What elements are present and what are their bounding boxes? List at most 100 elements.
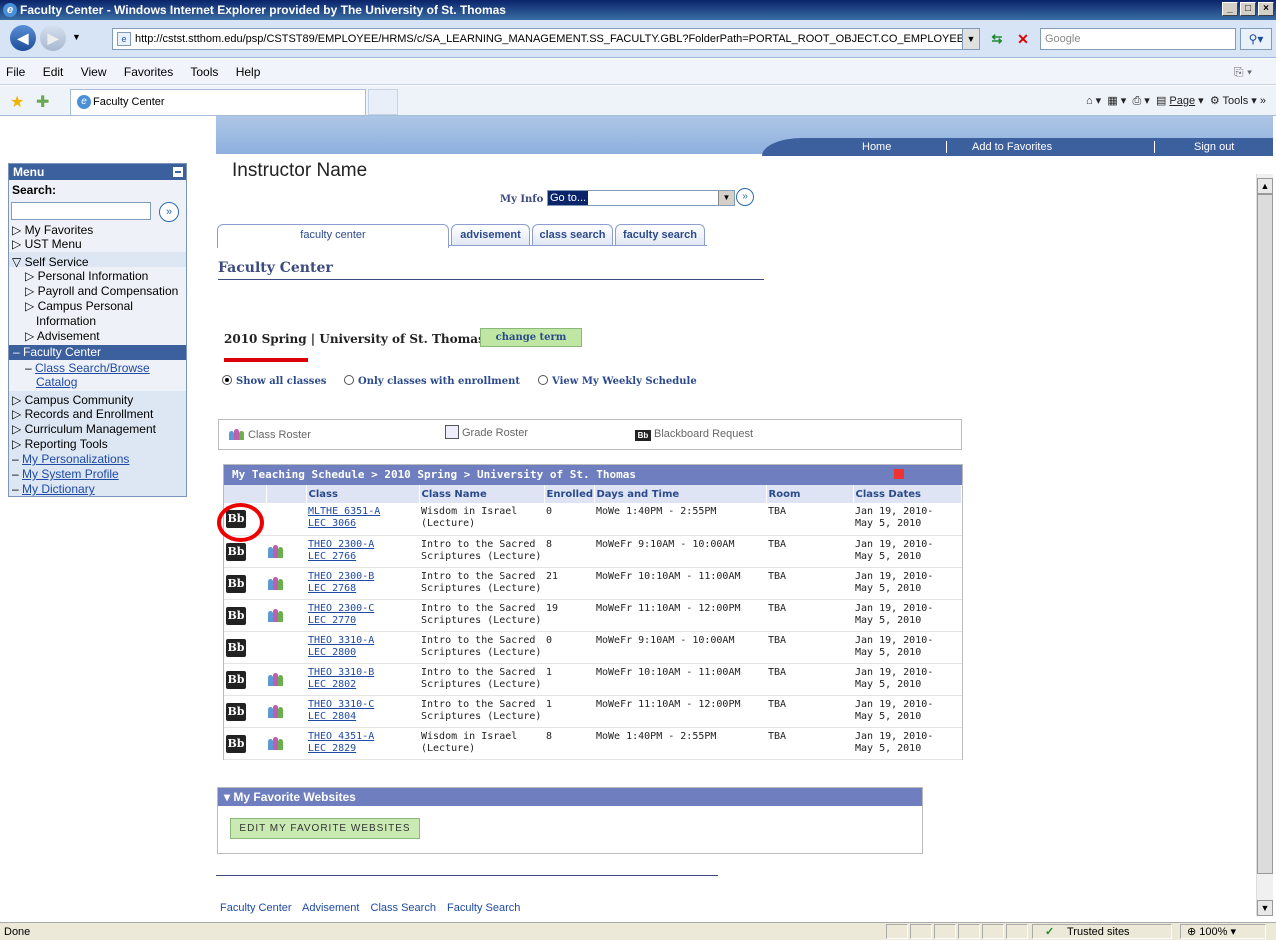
section-link[interactable]: LEC 2800	[308, 647, 356, 658]
section-link[interactable]: LEC 2768	[308, 583, 356, 594]
menu-item-campus-community[interactable]: ▷ Campus Community	[12, 393, 133, 407]
forward-button[interactable]: ▶	[40, 25, 66, 51]
history-dropdown-icon[interactable]: ▼	[72, 32, 81, 42]
section-link[interactable]: LEC 2802	[308, 679, 356, 690]
tab-advisement[interactable]: advisement	[451, 224, 530, 246]
page-menu[interactable]: ▤ Page ▾	[1156, 95, 1204, 107]
menu-file[interactable]: File	[6, 65, 25, 79]
blackboard-icon[interactable]: Bb	[226, 542, 246, 561]
browser-tab[interactable]: e Faculty Center	[70, 89, 366, 115]
radio-only-enrolled[interactable]: Only classes with enrollment	[344, 375, 520, 387]
menu-favorites[interactable]: Favorites	[124, 65, 173, 79]
section-link[interactable]: LEC 3066	[308, 518, 356, 529]
back-button[interactable]: ◀	[10, 25, 36, 51]
search-input[interactable]: Google	[1040, 28, 1236, 50]
footer-faculty-search-link[interactable]: Faculty Search	[447, 902, 520, 914]
feeds-icon[interactable]: ▦ ▾	[1107, 95, 1126, 107]
menu-item-payroll[interactable]: ▷ Payroll and Compensation	[25, 284, 178, 298]
class-link[interactable]: THEO 4351-A	[308, 731, 374, 742]
class-link[interactable]: THEO 3310-B	[308, 667, 374, 678]
footer-faculty-center-link[interactable]: Faculty Center	[220, 902, 292, 914]
radio-show-all[interactable]: Show all classes	[222, 375, 326, 387]
radio-weekly-schedule[interactable]: View My Weekly Schedule	[538, 375, 697, 387]
menu-item-dictionary[interactable]: – My Dictionary	[12, 482, 95, 496]
goto-select[interactable]: Go to... ▼	[547, 190, 735, 206]
class-roster-icon[interactable]	[268, 704, 284, 718]
blackboard-icon[interactable]: Bb	[226, 606, 246, 625]
section-link[interactable]: LEC 2770	[308, 615, 356, 626]
print-icon[interactable]: ⎙ ▾	[1132, 95, 1149, 107]
stop-icon[interactable]: ✕	[1012, 28, 1034, 50]
menu-item-personal-information[interactable]: ▷ Personal Information	[25, 269, 148, 283]
class-roster-icon[interactable]	[268, 736, 284, 750]
home-link[interactable]: Home	[862, 138, 891, 156]
scroll-thumb[interactable]	[1257, 194, 1273, 874]
zoom-control[interactable]: ⊕ 100% ▾	[1180, 924, 1266, 939]
close-window-button[interactable]: ×	[1258, 2, 1274, 16]
menu-item-faculty-center[interactable]: – Faculty Center	[9, 345, 186, 360]
menu-tools[interactable]: Tools	[190, 65, 218, 79]
refresh-icon[interactable]: ⇆	[986, 28, 1008, 50]
favorites-star-icon[interactable]: ★	[10, 92, 24, 112]
scroll-down-icon[interactable]: ▼	[1257, 900, 1273, 916]
favorite-websites-header[interactable]: ▾ My Favorite Websites	[218, 788, 922, 806]
menu-item-class-search[interactable]: – Class Search/Browse	[25, 361, 150, 375]
class-roster-icon[interactable]	[268, 608, 284, 622]
menu-search-input[interactable]	[11, 202, 151, 220]
link-icon[interactable]: ⎘ ▾	[1234, 59, 1252, 85]
menu-item-curriculum[interactable]: ▷ Curriculum Management	[12, 422, 156, 436]
page-scrollbar[interactable]: ▲ ▼	[1256, 174, 1273, 916]
address-field[interactable]: e http://cstst.stthom.edu/psp/CSTST89/EM…	[112, 28, 970, 50]
class-link[interactable]: THEO 2300-A	[308, 539, 374, 550]
search-icon[interactable]: ⚲▾	[1240, 28, 1272, 50]
menu-view[interactable]: View	[81, 65, 107, 79]
add-to-favorites-link[interactable]: Add to Favorites	[972, 138, 1052, 156]
minimize-button[interactable]: _	[1222, 2, 1238, 16]
collapse-icon[interactable]	[173, 167, 183, 177]
change-term-button[interactable]: change term	[480, 328, 582, 347]
security-zone[interactable]: ✓ Trusted sites	[1032, 924, 1172, 939]
menu-item-my-favorites[interactable]: ▷ My Favorites	[12, 223, 93, 237]
tools-menu[interactable]: ⚙ Tools ▾	[1210, 95, 1257, 107]
address-dropdown-icon[interactable]: ▼	[962, 28, 980, 50]
menu-item-self-service[interactable]: ▽ Self Service	[12, 255, 89, 269]
blackboard-icon[interactable]: Bb	[226, 574, 246, 593]
blackboard-icon[interactable]: Bb	[226, 702, 246, 721]
section-link[interactable]: LEC 2804	[308, 711, 356, 722]
class-roster-icon[interactable]	[268, 672, 284, 686]
edit-favorite-websites-button[interactable]: EDIT MY FAVORITE WEBSITES	[230, 818, 420, 839]
goto-go-icon[interactable]: »	[736, 188, 754, 206]
tab-class-search[interactable]: class search	[532, 224, 613, 246]
menu-item-campus-personal-cont[interactable]: Information	[36, 314, 96, 328]
class-link[interactable]: THEO 3310-A	[308, 635, 374, 646]
menu-help[interactable]: Help	[236, 65, 261, 79]
menu-item-system-profile[interactable]: – My System Profile	[12, 467, 119, 481]
chevron-more-icon[interactable]: »	[1260, 95, 1266, 107]
section-link[interactable]: LEC 2766	[308, 551, 356, 562]
menu-item-class-search-cont[interactable]: Catalog	[36, 375, 77, 389]
menu-search-go-icon[interactable]: »	[159, 202, 179, 222]
blackboard-icon[interactable]: Bb	[226, 734, 246, 753]
section-link[interactable]: LEC 2829	[308, 743, 356, 754]
class-roster-icon[interactable]	[268, 576, 284, 590]
footer-class-search-link[interactable]: Class Search	[371, 902, 436, 914]
class-link[interactable]: THEO 2300-B	[308, 571, 374, 582]
class-roster-icon[interactable]	[268, 544, 284, 558]
menu-item-campus-personal[interactable]: ▷ Campus Personal	[25, 299, 133, 313]
menu-item-records[interactable]: ▷ Records and Enrollment	[12, 407, 153, 421]
add-favorite-icon[interactable]: ✚	[36, 92, 49, 112]
menu-item-ust-menu[interactable]: ▷ UST Menu	[12, 237, 82, 251]
blackboard-icon[interactable]: Bb	[226, 670, 246, 689]
sign-out-link[interactable]: Sign out	[1194, 138, 1234, 156]
maximize-button[interactable]: □	[1240, 2, 1256, 16]
footer-advisement-link[interactable]: Advisement	[302, 902, 359, 914]
menu-item-reporting-tools[interactable]: ▷ Reporting Tools	[12, 437, 108, 451]
new-tab-button[interactable]	[368, 89, 398, 115]
menu-item-personalizations[interactable]: – My Personalizations	[12, 452, 129, 466]
home-icon[interactable]: ⌂ ▾	[1086, 95, 1101, 107]
scroll-up-icon[interactable]: ▲	[1257, 178, 1273, 194]
grid-options-icon[interactable]	[894, 469, 904, 479]
blackboard-icon[interactable]: Bb	[226, 638, 246, 657]
menu-item-advisement[interactable]: ▷ Advisement	[25, 329, 100, 343]
tab-faculty-search[interactable]: faculty search	[615, 224, 705, 246]
